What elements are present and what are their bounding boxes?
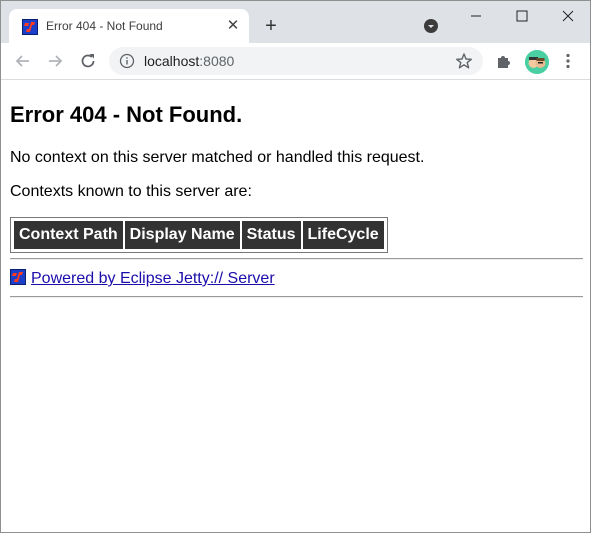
reload-icon[interactable] xyxy=(78,51,98,71)
url-text[interactable]: localhost:8080 xyxy=(144,53,234,69)
column-header: Context Path xyxy=(14,221,123,249)
column-header: Status xyxy=(241,221,301,249)
back-icon[interactable] xyxy=(13,51,33,71)
info-icon[interactable] xyxy=(119,53,135,69)
browser-window: Error 404 - Not Found ✕ + localhost:8080… xyxy=(0,0,591,533)
column-header: LifeCycle xyxy=(302,221,384,249)
forward-icon[interactable] xyxy=(45,51,65,71)
jetty-favicon-icon xyxy=(22,19,38,35)
page-content: Error 404 - Not Found. No context on thi… xyxy=(1,81,590,532)
browser-toolbar: localhost:8080 xyxy=(1,43,590,80)
star-icon[interactable] xyxy=(455,52,473,70)
profile-avatar[interactable] xyxy=(525,50,549,74)
maximize-icon[interactable] xyxy=(499,1,545,31)
jetty-icon xyxy=(10,269,26,285)
column-header: Display Name xyxy=(124,221,240,249)
minimize-icon[interactable] xyxy=(453,1,499,31)
tab-close-icon[interactable]: ✕ xyxy=(224,17,242,35)
url-port: :8080 xyxy=(199,53,235,69)
tab-search-icon[interactable] xyxy=(423,18,439,34)
new-tab-icon[interactable]: + xyxy=(259,15,283,39)
contexts-label: Contexts known to this server are: xyxy=(10,183,252,200)
jetty-link[interactable]: Powered by Eclipse Jetty:// Server xyxy=(31,270,275,288)
contexts-table: Context Path Display Name Status LifeCyc… xyxy=(10,217,388,253)
avatar-icon xyxy=(525,50,549,74)
extensions-icon[interactable] xyxy=(495,52,513,70)
browser-tab[interactable]: Error 404 - Not Found ✕ xyxy=(9,9,249,43)
tab-strip: Error 404 - Not Found ✕ + xyxy=(1,1,590,43)
table-header-row: Context Path Display Name Status LifeCyc… xyxy=(14,221,384,249)
window-close-icon[interactable] xyxy=(545,1,591,31)
divider xyxy=(10,258,583,260)
address-bar[interactable]: localhost:8080 xyxy=(109,47,483,75)
error-message: No context on this server matched or han… xyxy=(10,149,425,166)
url-host: localhost xyxy=(144,53,200,69)
divider xyxy=(10,296,583,298)
page-title: Error 404 - Not Found. xyxy=(10,102,243,127)
menu-icon[interactable] xyxy=(559,52,577,70)
tab-title: Error 404 - Not Found xyxy=(46,19,163,33)
